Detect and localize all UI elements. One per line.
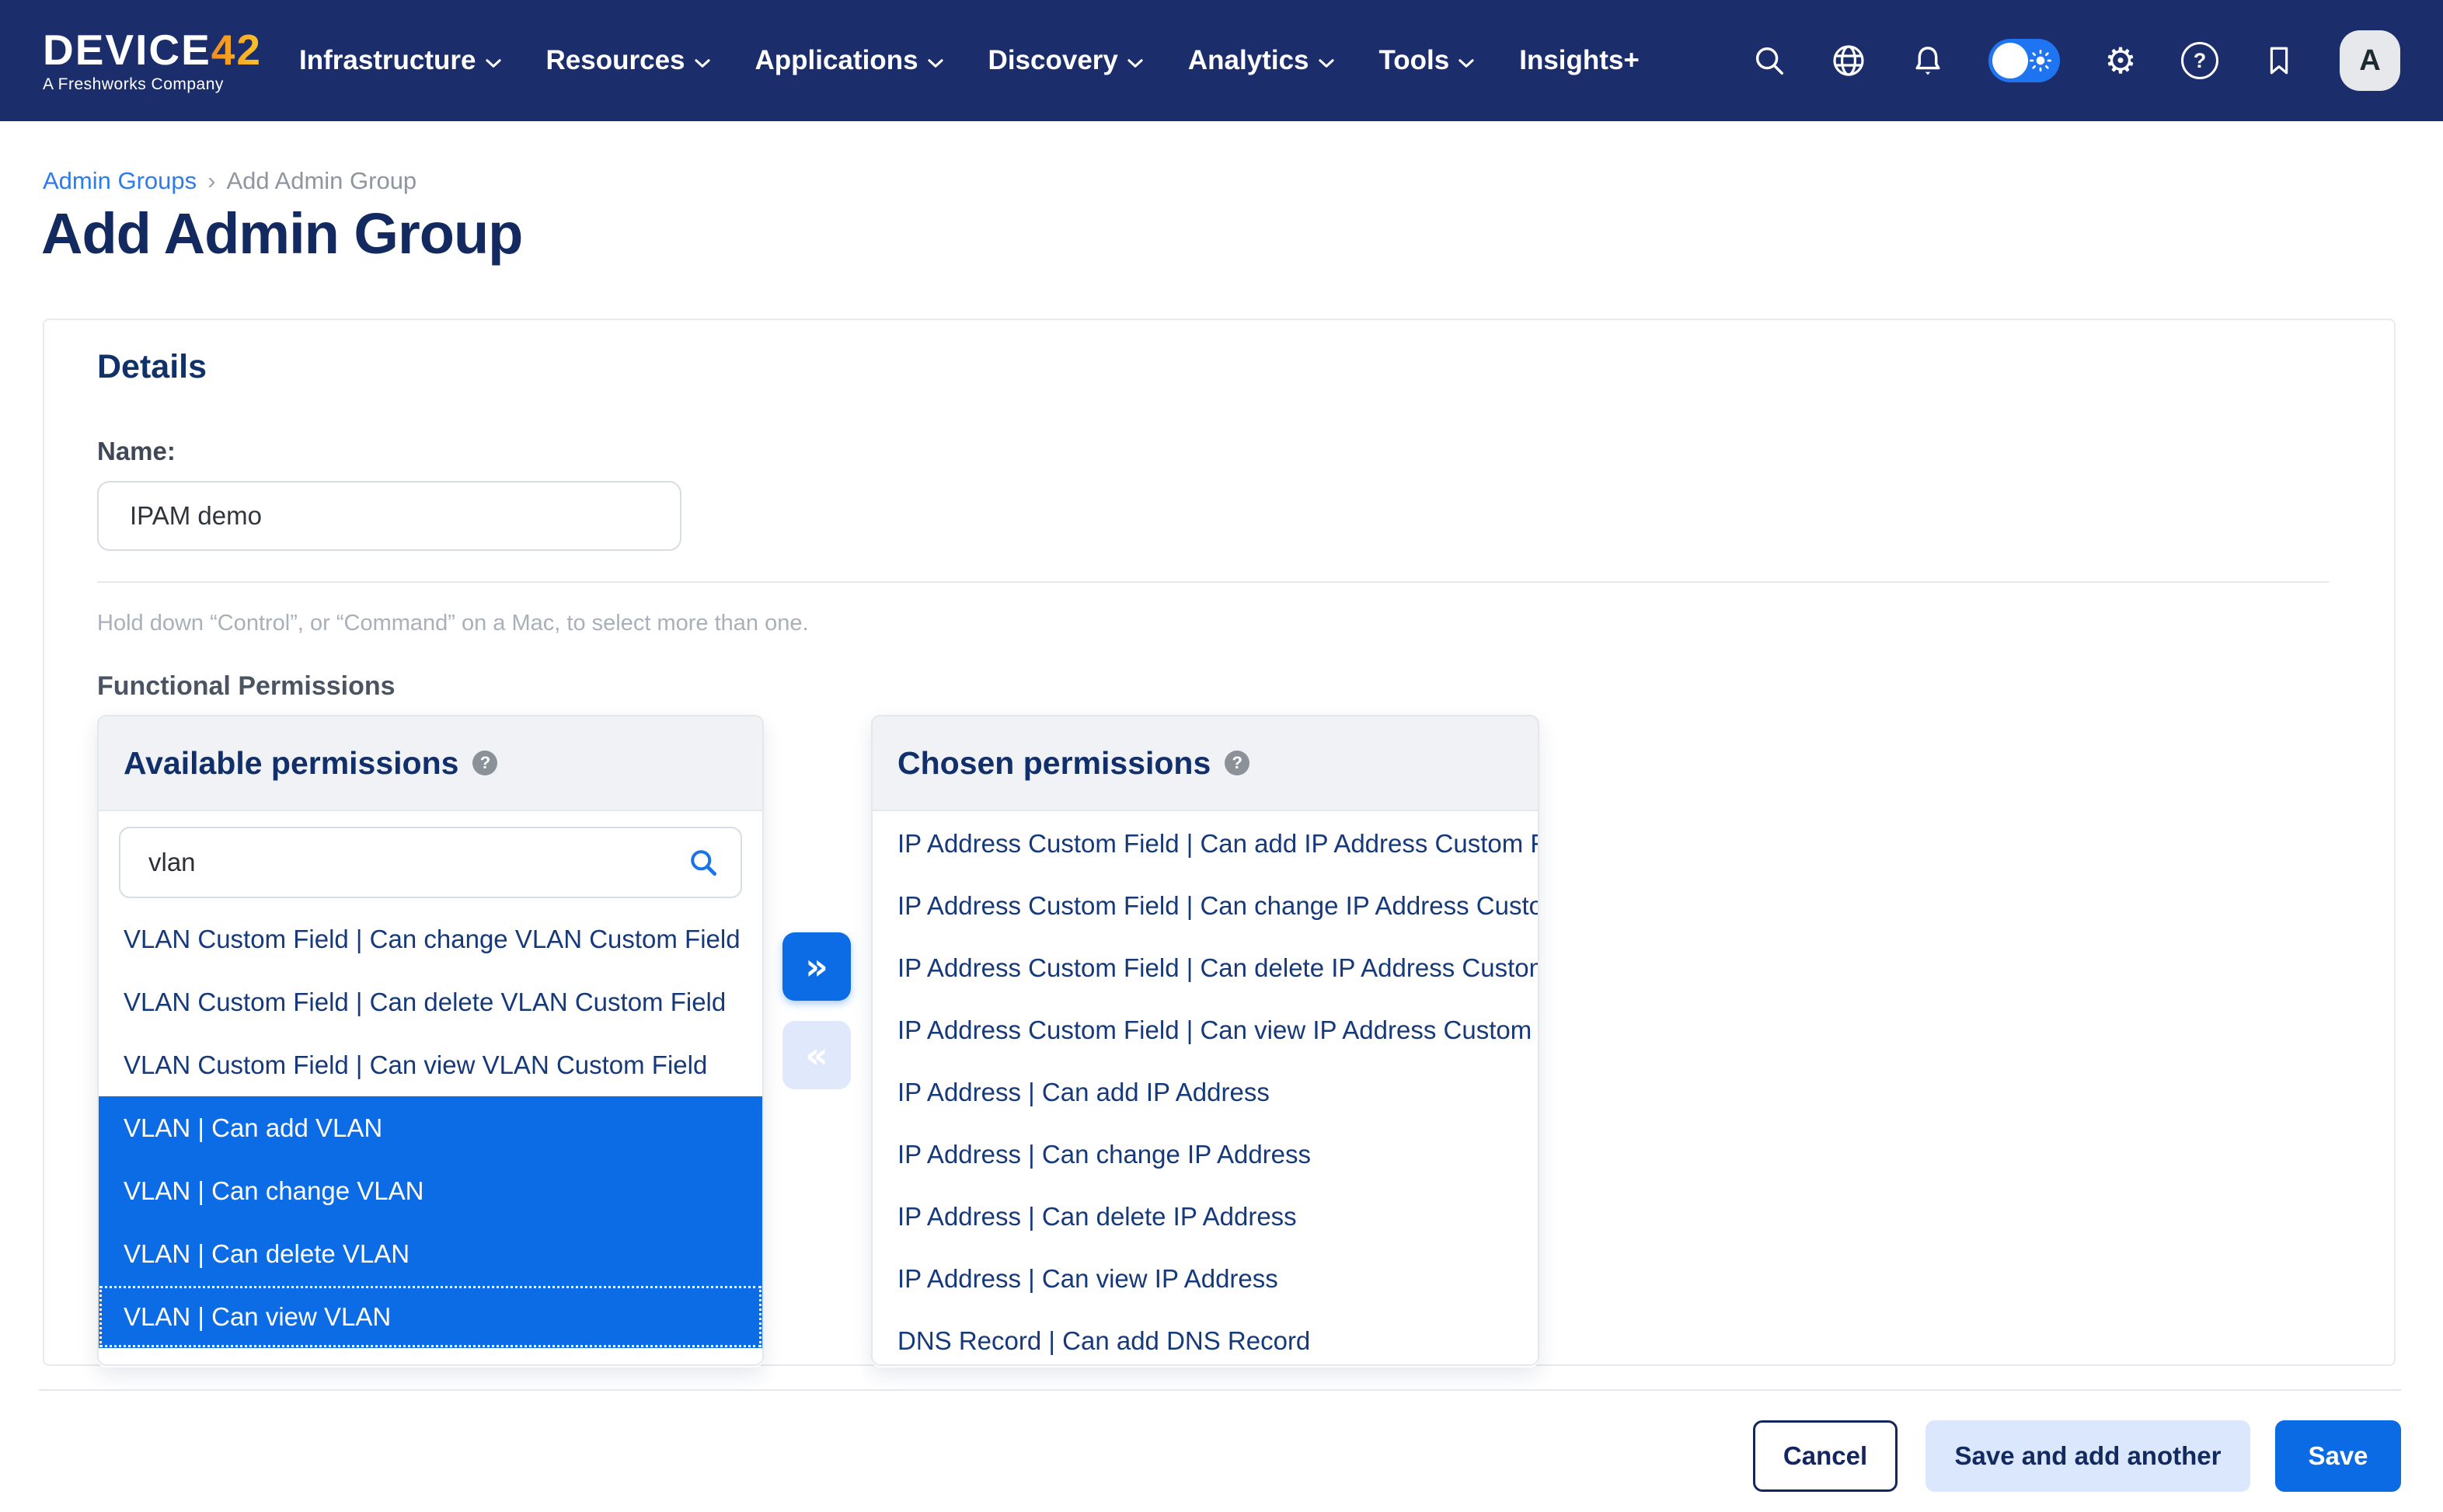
search-icon	[691, 850, 717, 876]
permission-option[interactable]: VLAN | Can delete VLAN	[99, 1222, 762, 1285]
permission-option[interactable]: IP Address | Can change IP Address	[873, 1124, 1538, 1186]
nav-menu-item[interactable]: Analytics	[1188, 45, 1334, 76]
section-divider	[97, 581, 2329, 583]
nav-menu-label: Insights+	[1519, 45, 1640, 75]
permission-option[interactable]: IP Address | Can add IP Address	[873, 1061, 1538, 1124]
permission-option[interactable]: VLAN Custom Field | Can change VLAN Cust…	[99, 908, 762, 970]
user-avatar[interactable]: A	[2340, 30, 2400, 91]
multiselect-hint: Hold down “Control”, or “Command” on a M…	[97, 611, 809, 636]
search-icon[interactable]	[1751, 42, 1788, 79]
chevron-down-icon	[1458, 58, 1474, 68]
chevron-down-icon	[1318, 58, 1334, 68]
nav-menu-label: Infrastructure	[298, 45, 476, 75]
chosen-permissions-body: IP Address Custom Field | Can add IP Add…	[871, 811, 1539, 1366]
chosen-permissions-title: Chosen permissions	[897, 744, 1211, 781]
breadcrumb: Admin Groups › Add Admin Group	[43, 167, 416, 195]
permission-option[interactable]: VLAN Custom Field | Can delete VLAN Cust…	[99, 970, 762, 1033]
permission-option[interactable]: VLAN | Can change VLAN	[99, 1159, 762, 1222]
available-search-wrap	[119, 827, 742, 898]
permission-option[interactable]: VLAN | Can add VLAN	[99, 1096, 762, 1159]
footer-divider	[39, 1389, 2401, 1391]
logo-subtitle: A Freshworks Company	[43, 75, 224, 93]
name-input[interactable]	[97, 481, 681, 551]
device42-logo[interactable]: DEVICE 42 A Freshworks Company	[43, 26, 262, 93]
breadcrumb-current: Add Admin Group	[226, 167, 417, 194]
move-left-button[interactable]: «	[782, 1021, 851, 1089]
bell-icon[interactable]	[1909, 42, 1946, 79]
nav-menu-label: Discovery	[988, 45, 1118, 75]
permission-option[interactable]: IP Address Custom Field | Can delete IP …	[873, 937, 1538, 999]
available-permissions-search-input[interactable]	[119, 827, 742, 898]
permission-option[interactable]: IP Address Custom Field | Can change IP …	[873, 875, 1538, 937]
help-icon[interactable]: ?	[2181, 42, 2218, 79]
nav-menu-item[interactable]: Discovery	[988, 45, 1143, 76]
navbar-actions: ⚙ ? A	[1751, 30, 2400, 91]
main-nav: Infrastructure Resources Applications Di…	[299, 45, 1640, 76]
chosen-permissions-list: IP Address Custom Field | Can add IP Add…	[873, 813, 1538, 1364]
nav-menu-item[interactable]: Resources	[546, 45, 710, 76]
top-navbar: DEVICE 42 A Freshworks Company Infrastruc…	[0, 0, 2443, 121]
toggle-knob-icon	[1992, 43, 2028, 78]
breadcrumb-separator: ›	[207, 167, 216, 194]
permission-option[interactable]: IP Address Custom Field | Can view IP Ad…	[873, 999, 1538, 1061]
breadcrumb-admin-groups-link[interactable]: Admin Groups	[43, 167, 197, 195]
nav-menu-label: Applications	[755, 45, 918, 75]
name-label: Name:	[97, 437, 176, 465]
cancel-button[interactable]: Cancel	[1753, 1420, 1898, 1492]
chevron-down-icon	[1127, 58, 1143, 68]
move-right-button[interactable]: »	[782, 932, 851, 1001]
nav-menu-item[interactable]: Applications	[755, 45, 943, 76]
details-heading: Details	[97, 348, 207, 385]
permission-option[interactable]: IP Address Custom Field | Can add IP Add…	[873, 813, 1538, 875]
functional-permissions-label: Functional Permissions	[97, 671, 396, 701]
nav-menu-label: Resources	[545, 45, 685, 75]
nav-menu-label: Analytics	[1187, 45, 1309, 75]
permission-option[interactable]: IP Address | Can view IP Address	[873, 1248, 1538, 1310]
permission-option[interactable]: DNS Record | Can add DNS Record	[873, 1310, 1538, 1364]
available-help-icon[interactable]: ?	[472, 751, 498, 775]
gear-icon[interactable]: ⚙	[2102, 42, 2139, 79]
chosen-help-icon[interactable]: ?	[1225, 751, 1250, 775]
chevron-down-icon	[694, 58, 710, 68]
permission-option[interactable]: VLAN | Can view VLAN	[99, 1285, 762, 1348]
chevron-down-icon	[485, 58, 501, 68]
bookmark-icon[interactable]	[2260, 42, 2298, 79]
theme-toggle[interactable]	[1988, 39, 2060, 82]
chosen-permissions-panel: Chosen permissions ? IP Address Custom F…	[871, 715, 1539, 1367]
available-permissions-list: VLAN Custom Field | Can change VLAN Cust…	[99, 908, 762, 1348]
nav-menu-item[interactable]: Infrastructure	[299, 45, 501, 76]
save-button[interactable]: Save	[2275, 1420, 2401, 1492]
sun-icon	[2030, 49, 2051, 71]
page-title: Add Admin Group	[41, 201, 523, 266]
save-and-add-another-button[interactable]: Save and add another	[1925, 1420, 2250, 1492]
logo-accent: 42	[211, 26, 262, 74]
available-permissions-body: VLAN Custom Field | Can change VLAN Cust…	[97, 811, 764, 1366]
available-permissions-title: Available permissions	[124, 744, 459, 781]
chosen-permissions-header: Chosen permissions ?	[871, 715, 1539, 811]
form-card: Details Name: Hold down “Control”, or “C…	[43, 319, 2396, 1367]
nav-menu-item[interactable]: Tools	[1379, 45, 1475, 76]
nav-menu-item[interactable]: Insights+	[1519, 45, 1640, 76]
globe-icon[interactable]	[1830, 42, 1867, 79]
permission-option[interactable]: VLAN Custom Field | Can view VLAN Custom…	[99, 1033, 762, 1096]
available-permissions-panel: Available permissions ? VLAN Custom Fiel…	[97, 715, 764, 1367]
available-permissions-header: Available permissions ?	[97, 715, 764, 811]
logo-text: DEVICE	[43, 26, 211, 74]
permission-option[interactable]: IP Address | Can delete IP Address	[873, 1186, 1538, 1248]
nav-menu-label: Tools	[1378, 45, 1450, 75]
chevron-down-icon	[927, 58, 943, 68]
